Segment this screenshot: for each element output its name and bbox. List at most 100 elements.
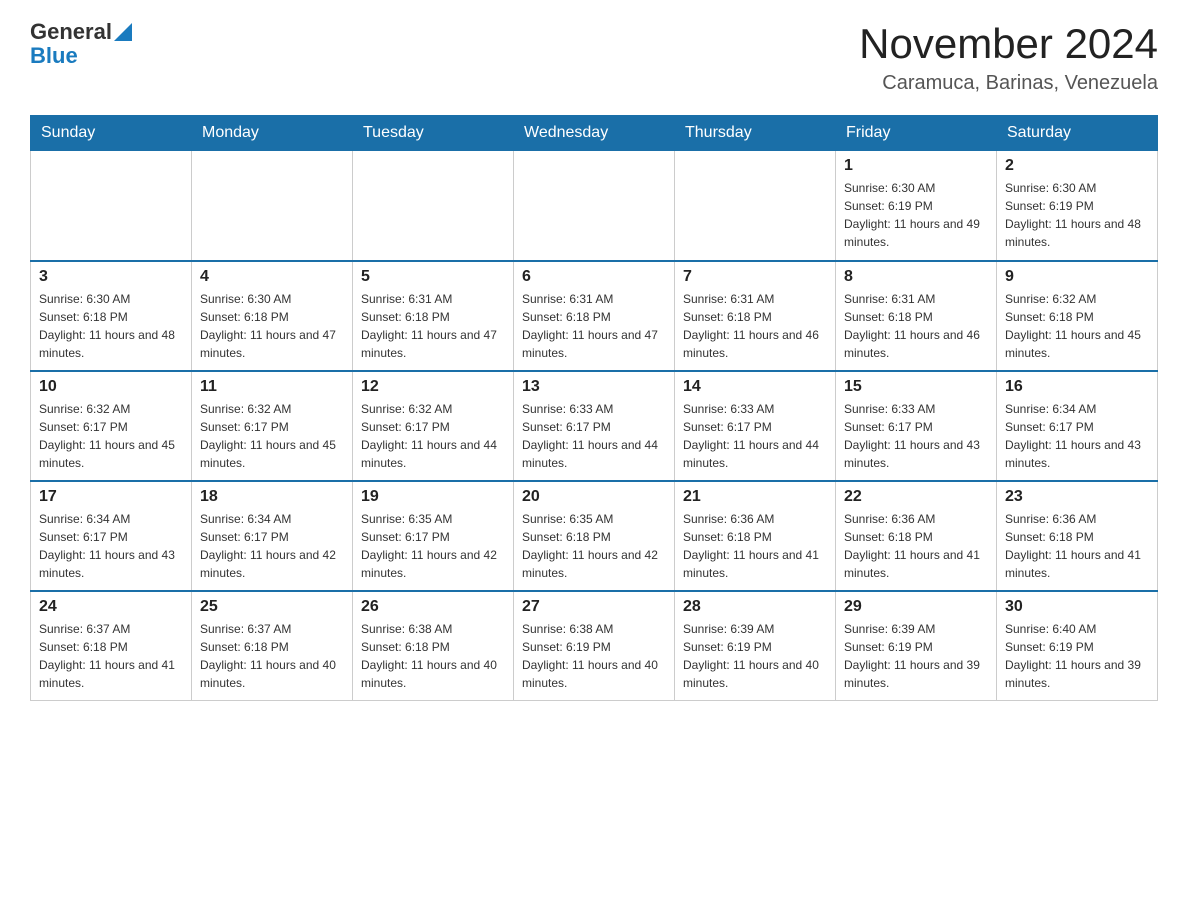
table-row: 6 Sunrise: 6:31 AMSunset: 6:18 PMDaylight… bbox=[514, 261, 675, 371]
table-row: 17 Sunrise: 6:34 AMSunset: 6:17 PMDayligh… bbox=[31, 481, 192, 591]
day-number: 18 bbox=[200, 488, 344, 506]
day-number: 26 bbox=[361, 598, 505, 616]
col-monday: Monday bbox=[192, 116, 353, 151]
day-info: Sunrise: 6:30 AMSunset: 6:19 PMDaylight:… bbox=[1005, 179, 1149, 251]
day-info: Sunrise: 6:32 AMSunset: 6:17 PMDaylight:… bbox=[200, 400, 344, 472]
day-number: 15 bbox=[844, 378, 988, 396]
table-row: 5 Sunrise: 6:31 AMSunset: 6:18 PMDaylight… bbox=[353, 261, 514, 371]
table-row: 24 Sunrise: 6:37 AMSunset: 6:18 PMDayligh… bbox=[31, 591, 192, 701]
calendar-week-row: 24 Sunrise: 6:37 AMSunset: 6:18 PMDayligh… bbox=[31, 591, 1158, 701]
day-info: Sunrise: 6:30 AMSunset: 6:18 PMDaylight:… bbox=[200, 290, 344, 362]
title-block: November 2024 Caramuca, Barinas, Venezue… bbox=[859, 20, 1158, 95]
day-number: 3 bbox=[39, 268, 183, 286]
table-row: 2 Sunrise: 6:30 AMSunset: 6:19 PMDaylight… bbox=[997, 151, 1158, 261]
table-row: 14 Sunrise: 6:33 AMSunset: 6:17 PMDayligh… bbox=[675, 371, 836, 481]
logo-triangle-icon bbox=[114, 23, 132, 41]
table-row bbox=[514, 151, 675, 261]
calendar-week-row: 1 Sunrise: 6:30 AMSunset: 6:19 PMDaylight… bbox=[31, 151, 1158, 261]
day-info: Sunrise: 6:32 AMSunset: 6:17 PMDaylight:… bbox=[361, 400, 505, 472]
day-info: Sunrise: 6:34 AMSunset: 6:17 PMDaylight:… bbox=[39, 510, 183, 582]
table-row: 26Sunrise: 6:38 AMSunset: 6:18 PMDayligh… bbox=[353, 591, 514, 701]
table-row: 7 Sunrise: 6:31 AMSunset: 6:18 PMDaylight… bbox=[675, 261, 836, 371]
table-row: 3 Sunrise: 6:30 AMSunset: 6:18 PMDaylight… bbox=[31, 261, 192, 371]
day-number: 9 bbox=[1005, 268, 1149, 286]
day-info: Sunrise: 6:30 AMSunset: 6:18 PMDaylight:… bbox=[39, 290, 183, 362]
day-number: 4 bbox=[200, 268, 344, 286]
day-info: Sunrise: 6:36 AMSunset: 6:18 PMDaylight:… bbox=[844, 510, 988, 582]
day-info: Sunrise: 6:35 AMSunset: 6:18 PMDaylight:… bbox=[522, 510, 666, 582]
logo: General Blue bbox=[30, 20, 132, 68]
logo-general-text: General bbox=[30, 20, 112, 44]
table-row: 30 Sunrise: 6:40 AMSunset: 6:19 PMDayligh… bbox=[997, 591, 1158, 701]
day-number: 27 bbox=[522, 598, 666, 616]
table-row bbox=[192, 151, 353, 261]
day-number: 19 bbox=[361, 488, 505, 506]
day-info: Sunrise: 6:34 AMSunset: 6:17 PMDaylight:… bbox=[200, 510, 344, 582]
calendar-table: Sunday Monday Tuesday Wednesday Thursday… bbox=[30, 115, 1158, 701]
table-row bbox=[675, 151, 836, 261]
table-row: 29 Sunrise: 6:39 AMSunset: 6:19 PMDayligh… bbox=[836, 591, 997, 701]
table-row: 19 Sunrise: 6:35 AMSunset: 6:17 PMDayligh… bbox=[353, 481, 514, 591]
table-row: 10Sunrise: 6:32 AMSunset: 6:17 PMDayligh… bbox=[31, 371, 192, 481]
table-row: 28 Sunrise: 6:39 AMSunset: 6:19 PMDayligh… bbox=[675, 591, 836, 701]
table-row: 8 Sunrise: 6:31 AMSunset: 6:18 PMDaylight… bbox=[836, 261, 997, 371]
day-info: Sunrise: 6:33 AMSunset: 6:17 PMDaylight:… bbox=[522, 400, 666, 472]
day-number: 6 bbox=[522, 268, 666, 286]
table-row bbox=[31, 151, 192, 261]
table-row: 20 Sunrise: 6:35 AMSunset: 6:18 PMDayligh… bbox=[514, 481, 675, 591]
table-row: 15Sunrise: 6:33 AMSunset: 6:17 PMDayligh… bbox=[836, 371, 997, 481]
day-info: Sunrise: 6:31 AMSunset: 6:18 PMDaylight:… bbox=[522, 290, 666, 362]
col-sunday: Sunday bbox=[31, 116, 192, 151]
day-number: 2 bbox=[1005, 157, 1149, 175]
day-info: Sunrise: 6:31 AMSunset: 6:18 PMDaylight:… bbox=[844, 290, 988, 362]
day-number: 7 bbox=[683, 268, 827, 286]
table-row: 25Sunrise: 6:37 AMSunset: 6:18 PMDayligh… bbox=[192, 591, 353, 701]
day-info: Sunrise: 6:40 AMSunset: 6:19 PMDaylight:… bbox=[1005, 620, 1149, 692]
day-number: 1 bbox=[844, 157, 988, 175]
day-info: Sunrise: 6:37 AMSunset: 6:18 PMDaylight:… bbox=[39, 620, 183, 692]
calendar-header-row: Sunday Monday Tuesday Wednesday Thursday… bbox=[31, 116, 1158, 151]
day-number: 23 bbox=[1005, 488, 1149, 506]
table-row: 13 Sunrise: 6:33 AMSunset: 6:17 PMDayligh… bbox=[514, 371, 675, 481]
day-info: Sunrise: 6:38 AMSunset: 6:19 PMDaylight:… bbox=[522, 620, 666, 692]
day-info: Sunrise: 6:39 AMSunset: 6:19 PMDaylight:… bbox=[683, 620, 827, 692]
day-number: 8 bbox=[844, 268, 988, 286]
day-info: Sunrise: 6:35 AMSunset: 6:17 PMDaylight:… bbox=[361, 510, 505, 582]
day-number: 25 bbox=[200, 598, 344, 616]
col-wednesday: Wednesday bbox=[514, 116, 675, 151]
day-number: 30 bbox=[1005, 598, 1149, 616]
table-row: 4 Sunrise: 6:30 AMSunset: 6:18 PMDaylight… bbox=[192, 261, 353, 371]
calendar-week-row: 17 Sunrise: 6:34 AMSunset: 6:17 PMDayligh… bbox=[31, 481, 1158, 591]
day-number: 14 bbox=[683, 378, 827, 396]
day-info: Sunrise: 6:31 AMSunset: 6:18 PMDaylight:… bbox=[361, 290, 505, 362]
day-info: Sunrise: 6:32 AMSunset: 6:18 PMDaylight:… bbox=[1005, 290, 1149, 362]
day-number: 22 bbox=[844, 488, 988, 506]
day-number: 21 bbox=[683, 488, 827, 506]
day-number: 17 bbox=[39, 488, 183, 506]
day-number: 29 bbox=[844, 598, 988, 616]
day-number: 28 bbox=[683, 598, 827, 616]
table-row: 16Sunrise: 6:34 AMSunset: 6:17 PMDayligh… bbox=[997, 371, 1158, 481]
table-row bbox=[353, 151, 514, 261]
col-thursday: Thursday bbox=[675, 116, 836, 151]
table-row: 12 Sunrise: 6:32 AMSunset: 6:17 PMDayligh… bbox=[353, 371, 514, 481]
day-info: Sunrise: 6:33 AMSunset: 6:17 PMDaylight:… bbox=[683, 400, 827, 472]
day-number: 16 bbox=[1005, 378, 1149, 396]
day-info: Sunrise: 6:31 AMSunset: 6:18 PMDaylight:… bbox=[683, 290, 827, 362]
table-row: 23 Sunrise: 6:36 AMSunset: 6:18 PMDayligh… bbox=[997, 481, 1158, 591]
col-tuesday: Tuesday bbox=[353, 116, 514, 151]
day-number: 24 bbox=[39, 598, 183, 616]
day-number: 20 bbox=[522, 488, 666, 506]
location-text: Caramuca, Barinas, Venezuela bbox=[859, 72, 1158, 95]
day-number: 13 bbox=[522, 378, 666, 396]
calendar-week-row: 3 Sunrise: 6:30 AMSunset: 6:18 PMDaylight… bbox=[31, 261, 1158, 371]
logo-blue-text: Blue bbox=[30, 43, 78, 68]
day-number: 12 bbox=[361, 378, 505, 396]
table-row: 1Sunrise: 6:30 AMSunset: 6:19 PMDaylight… bbox=[836, 151, 997, 261]
day-number: 5 bbox=[361, 268, 505, 286]
col-saturday: Saturday bbox=[997, 116, 1158, 151]
calendar-week-row: 10Sunrise: 6:32 AMSunset: 6:17 PMDayligh… bbox=[31, 371, 1158, 481]
day-info: Sunrise: 6:39 AMSunset: 6:19 PMDaylight:… bbox=[844, 620, 988, 692]
day-info: Sunrise: 6:36 AMSunset: 6:18 PMDaylight:… bbox=[1005, 510, 1149, 582]
table-row: 9 Sunrise: 6:32 AMSunset: 6:18 PMDaylight… bbox=[997, 261, 1158, 371]
